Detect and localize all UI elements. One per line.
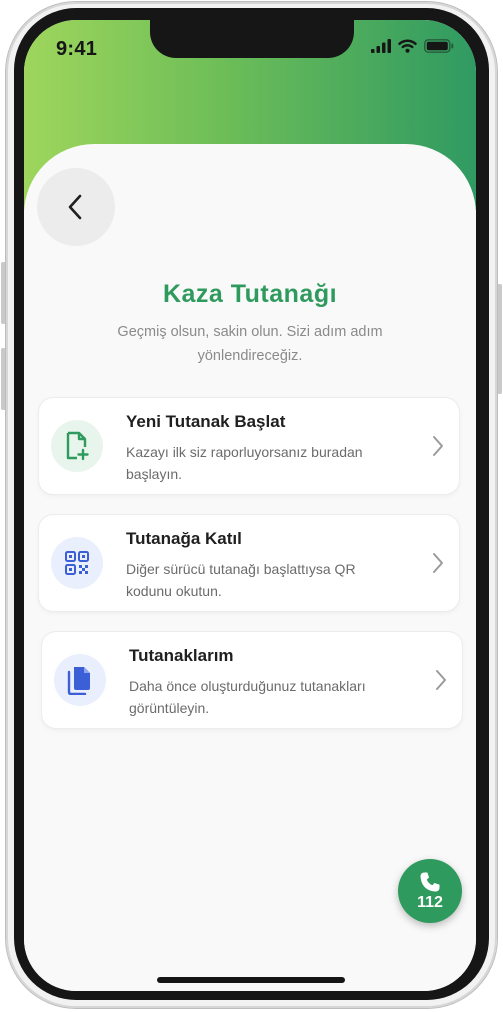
signal-icon (371, 39, 391, 53)
chevron-right-icon (433, 436, 443, 456)
status-time: 9:41 (56, 38, 98, 60)
card-title: Yeni Tutanak Başlat (126, 412, 286, 431)
file-add-icon (66, 431, 89, 461)
page-subtitle: Geçmiş olsun, sakin olun. Sizi adım adım… (117, 324, 383, 364)
card-title: Tutanaklarım (129, 646, 234, 665)
power-button (497, 284, 502, 394)
start-report-icon-badge (51, 420, 103, 472)
join-report-icon-badge (51, 537, 103, 589)
battery-icon (424, 39, 454, 53)
join-report-card[interactable]: Tutanağa Katıl Diğer sürücü tutanağı baş… (39, 515, 459, 611)
card-title: Tutanağa Katıl (126, 529, 242, 548)
start-report-card[interactable]: Yeni Tutanak Başlat Kazayı ilk siz rapor… (39, 398, 459, 494)
status-icons (371, 39, 454, 53)
my-reports-card[interactable]: Tutanaklarım Daha önce oluşturduğunuz tu… (42, 632, 462, 728)
chevron-right-icon (436, 670, 446, 690)
back-button[interactable] (37, 168, 115, 246)
card-description: Diğer sürücü tutanağı başlattıysa QR kod… (126, 561, 356, 599)
notch (150, 20, 354, 58)
card-description: Daha önce oluşturduğunuz tutanakları gör… (129, 678, 366, 716)
chevron-left-icon (68, 194, 82, 220)
emergency-call-button[interactable]: 112 (398, 859, 462, 923)
emergency-number: 112 (417, 894, 443, 911)
app-screen: 9:41 Kaza Tutanağı Geçmiş olsun, sakin o… (24, 20, 476, 991)
qr-code-icon (65, 551, 89, 575)
page-title: Kaza Tutanağı (162, 280, 338, 308)
wifi-icon (398, 39, 417, 53)
chevron-right-icon (433, 553, 443, 573)
phone-icon (420, 872, 440, 892)
documents-icon (67, 667, 90, 695)
my-reports-icon-badge (54, 654, 106, 706)
home-indicator (157, 977, 345, 983)
card-description: Kazayı ilk siz raporluyorsanız buradan b… (126, 444, 363, 482)
